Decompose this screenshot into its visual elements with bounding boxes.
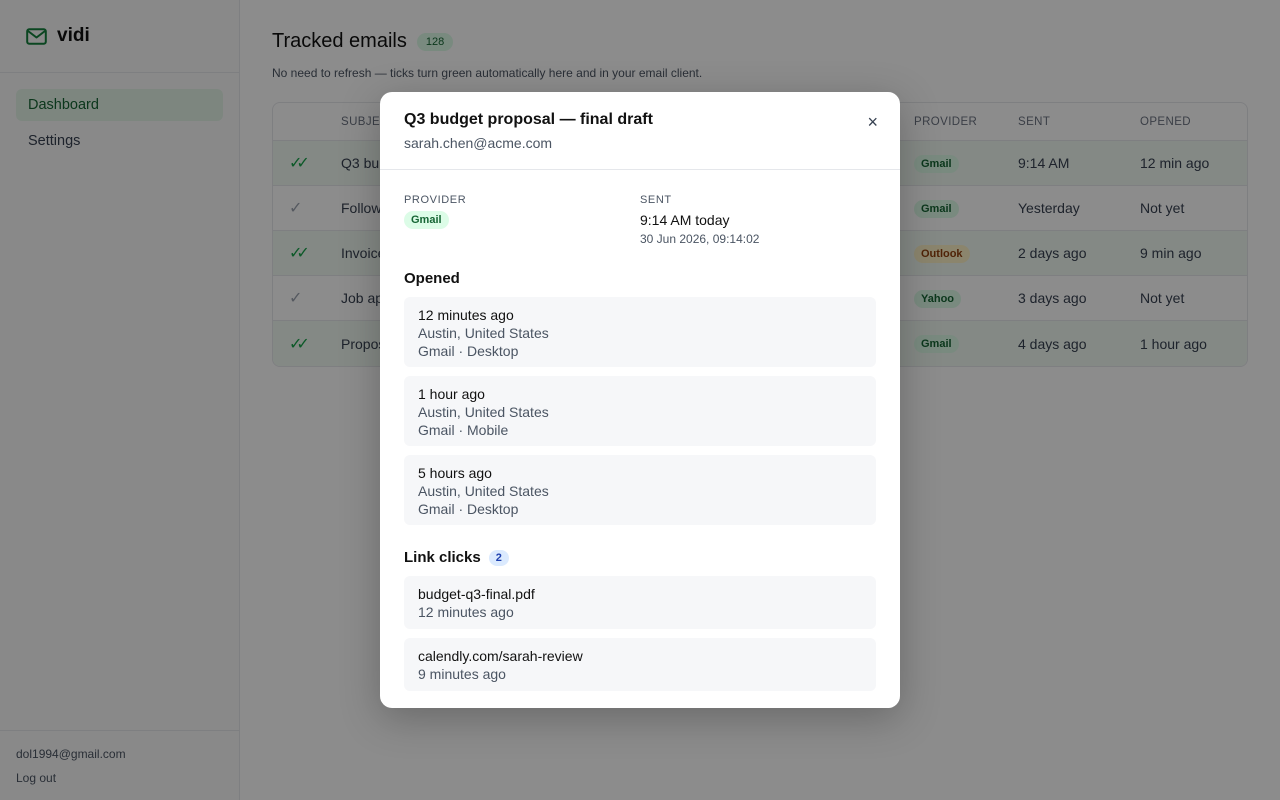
opens-list: 12 minutes ago Austin, United States Gma…	[404, 297, 876, 525]
open-event: 5 hours ago Austin, United States Gmail …	[404, 455, 876, 525]
opened-section-title: Opened	[404, 270, 876, 287]
open-location: Austin, United States	[418, 483, 549, 499]
open-time: 5 hours ago	[418, 465, 492, 481]
recipient-email: sarah.chen@acme.com	[404, 135, 553, 151]
provider-label: PROVIDER	[404, 194, 467, 206]
click-event: calendly.com/sarah-review 9 minutes ago	[404, 638, 876, 691]
modal-body: PROVIDER Gmail SENT 9:14 AM today 30 Jun…	[380, 170, 900, 691]
open-time: 1 hour ago	[418, 386, 485, 402]
link-clicks-heading: Link clicks	[404, 549, 481, 566]
sent-value: 9:14 AM today	[640, 212, 730, 228]
click-time: 9 minutes ago	[418, 666, 506, 682]
close-icon[interactable]: ×	[867, 112, 878, 132]
click-link: calendly.com/sarah-review	[418, 648, 583, 664]
open-event: 1 hour ago Austin, United States Gmail ·…	[404, 376, 876, 446]
open-client: Gmail · Desktop	[418, 343, 519, 359]
opened-heading: Opened	[404, 270, 460, 287]
open-client: Gmail · Desktop	[418, 501, 519, 517]
click-link: budget-q3-final.pdf	[418, 586, 535, 602]
link-clicks-section-title: Link clicks 2	[404, 549, 876, 566]
click-event: budget-q3-final.pdf 12 minutes ago	[404, 576, 876, 629]
provider-block: PROVIDER Gmail	[404, 194, 640, 246]
open-location: Austin, United States	[418, 325, 549, 341]
open-client: Gmail · Mobile	[418, 422, 509, 438]
click-time: 12 minutes ago	[418, 604, 514, 620]
modal-title: Q3 budget proposal — final draft	[404, 111, 653, 128]
clicks-list: budget-q3-final.pdf 12 minutes ago calen…	[404, 576, 876, 691]
provider-badge: Gmail	[404, 211, 449, 229]
email-details-modal: Q3 budget proposal — final draft sarah.c…	[380, 92, 900, 708]
sent-label: SENT	[640, 194, 672, 206]
open-time: 12 minutes ago	[418, 307, 514, 323]
sent-timestamp: 30 Jun 2026, 09:14:02	[640, 232, 760, 246]
modal-header: Q3 budget proposal — final draft sarah.c…	[380, 92, 900, 170]
meta-row: PROVIDER Gmail SENT 9:14 AM today 30 Jun…	[404, 194, 876, 246]
link-clicks-count-badge: 2	[488, 549, 509, 566]
open-location: Austin, United States	[418, 404, 549, 420]
sent-block: SENT 9:14 AM today 30 Jun 2026, 09:14:02	[640, 194, 876, 246]
open-event: 12 minutes ago Austin, United States Gma…	[404, 297, 876, 367]
